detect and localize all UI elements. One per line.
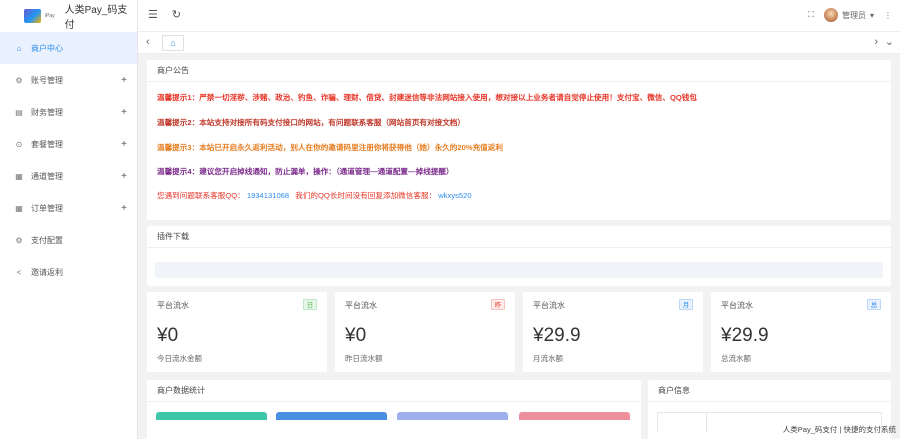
logo[interactable]: iPay 人类Pay_码支付 xyxy=(0,0,137,32)
menu-toggle-icon[interactable]: ☰ xyxy=(148,8,158,21)
stat-subtitle: 今日流水金额 xyxy=(157,354,202,363)
stats-panel-4 xyxy=(519,412,630,420)
tab-prev-icon[interactable]: ‹ xyxy=(146,36,150,48)
sidebar-item[interactable]: ⊙ 套餐管理 + xyxy=(0,128,137,160)
merchant-info-title: 商户信息 xyxy=(648,380,891,402)
sidebar-item[interactable]: < 邀请返利 xyxy=(0,256,137,288)
user-name: 管理员 xyxy=(841,10,866,20)
sidebar-item-label: 支付配置 xyxy=(31,235,63,245)
sidebar-item[interactable]: ⌂ 商户中心 xyxy=(0,32,137,64)
sidebar-item[interactable]: ⚙ 支付配置 xyxy=(0,224,137,256)
tab-next-icon[interactable]: › xyxy=(874,36,878,48)
stat-title: 平台流水 xyxy=(533,301,565,310)
notice-line-1: 温馨提示1：严禁一切淫秽、涉赌、政治、钓鱼、诈骗、理财、借贷、封建迷信等非法网站… xyxy=(157,93,697,102)
channel-icon: ▦ xyxy=(15,171,23,181)
order-icon: ▦ xyxy=(15,203,23,213)
merchant-stats-card: 商户数据统计 xyxy=(147,380,641,439)
plugin-title: 插件下载 xyxy=(147,226,891,248)
fullscreen-icon[interactable]: ⛶ xyxy=(808,10,814,20)
stat-card-month: 平台流水 月 ¥29.9 月流水额 xyxy=(523,292,703,372)
sidebar-item-label: 商户中心 xyxy=(31,43,63,53)
refresh-icon[interactable]: ↻ xyxy=(172,8,181,21)
sidebar-item-label: 通道管理 xyxy=(31,171,63,181)
more-icon[interactable]: ⋮ xyxy=(884,11,892,20)
stats-panel-1 xyxy=(156,412,267,420)
logo-small-text: iPay xyxy=(44,13,55,19)
contact-mid: 我们的QQ长时间没有回复添加微信客服： xyxy=(295,191,437,200)
stat-title: 平台流水 xyxy=(157,301,189,310)
sidebar-item[interactable]: ▤ 财务管理 + xyxy=(0,96,137,128)
stat-badge: 日 xyxy=(303,299,317,310)
sidebar-item[interactable]: ▦ 通道管理 + xyxy=(0,160,137,192)
stat-subtitle: 昨日流水额 xyxy=(345,354,383,363)
settings-icon: ⚙ xyxy=(15,235,23,245)
sidebar-item-label: 账号管理 xyxy=(31,75,63,85)
stat-badge: 月 xyxy=(679,299,693,310)
sidebar-item-label: 套餐管理 xyxy=(31,139,63,149)
sidebar-item[interactable]: ▦ 订单管理 + xyxy=(0,192,137,224)
sidebar-menu: ⌂ 商户中心 ⚙ 账号管理 + ▤ 财务管理 + ⊙ 套餐管理 + ▦ 通道管理 + ▦ 订单管理 + ⚙ 支付配置… xyxy=(0,32,137,288)
stat-card-total: 平台流水 总 ¥29.9 总流水额 xyxy=(711,292,891,372)
package-icon: ⊙ xyxy=(15,139,23,149)
finance-icon: ▤ xyxy=(15,107,23,117)
expand-icon[interactable]: + xyxy=(121,139,127,150)
notice-line-2: 温馨提示2：本站支持对接所有码支付接口的网站，有问题联系客服（网站首页有对接文档… xyxy=(157,118,465,127)
stat-value: ¥29.9 xyxy=(721,325,769,346)
sidebar-item-label: 财务管理 xyxy=(31,107,63,117)
sidebar-item[interactable]: ⚙ 账号管理 + xyxy=(0,64,137,96)
expand-icon[interactable]: + xyxy=(121,107,127,118)
avatar xyxy=(823,8,838,22)
stats-panel-2 xyxy=(276,412,387,420)
notice-title: 商户公告 xyxy=(147,60,891,82)
app-title: 人类Pay_码支付 xyxy=(64,5,128,31)
expand-icon[interactable]: + xyxy=(121,75,127,86)
tab-home[interactable]: ⌂ xyxy=(162,35,184,51)
notice-line-4: 温馨提示4：建议您开启掉线通知，防止漏单，操作：（通道管理—通道配置—掉线提醒） xyxy=(157,167,454,176)
chevron-down-icon: ▾ xyxy=(869,10,874,20)
contact-wechat: wkxys520 xyxy=(438,191,472,200)
stat-value: ¥0 xyxy=(157,325,179,346)
gear-icon: ⚙ xyxy=(15,75,23,85)
sidebar: iPay 人类Pay_码支付 ⌂ 商户中心 ⚙ 账号管理 + ▤ 财务管理 + ⊙ 套餐管理 + ▦ 通… xyxy=(0,0,138,439)
stat-value: ¥0 xyxy=(345,325,367,346)
merchant-stats-title: 商户数据统计 xyxy=(147,380,641,402)
contact-prefix: 您遇到问题联系客服QQ： xyxy=(157,191,245,200)
sidebar-item-label: 订单管理 xyxy=(31,203,63,213)
stat-title: 平台流水 xyxy=(345,301,377,310)
sidebar-item-label: 邀请返利 xyxy=(31,267,63,277)
share-icon: < xyxy=(16,267,22,277)
contact-info: 您遇到问题联系客服QQ： 1934131068 我们的QQ长时间没有回复添加微信… xyxy=(157,190,472,201)
user-menu[interactable]: 管理员 ▾ xyxy=(823,8,874,22)
expand-icon[interactable]: + xyxy=(121,203,127,214)
stat-title: 平台流水 xyxy=(721,301,753,310)
notice-card: 商户公告 温馨提示1：严禁一切淫秽、涉赌、政治、钓鱼、诈骗、理财、借贷、封建迷信… xyxy=(147,60,891,220)
expand-icon[interactable]: + xyxy=(121,171,127,182)
contact-qq: 1934131068 xyxy=(246,191,290,200)
stat-value: ¥29.9 xyxy=(533,325,581,346)
stat-card-yesterday: 平台流水 昨 ¥0 昨日流水额 xyxy=(335,292,515,372)
plugin-card: 插件下载 xyxy=(147,226,891,286)
top-header: ☰ ↻ ⛶ 管理员 ▾ ⋮ xyxy=(138,0,900,32)
logo-icon xyxy=(24,9,41,23)
tab-dropdown-icon[interactable]: ⌄ xyxy=(885,35,894,48)
stat-card-today: 平台流水 日 ¥0 今日流水金额 xyxy=(147,292,327,372)
home-icon: ⌂ xyxy=(170,38,176,48)
home-icon: ⌂ xyxy=(16,43,22,53)
stat-badge: 昨 xyxy=(491,299,505,310)
stat-subtitle: 月流水额 xyxy=(533,354,563,363)
notice-line-3: 温馨提示3：本站已开启永久返利活动，别人在你的邀请码里注册你将获得他（她）永久的… xyxy=(157,143,503,152)
stat-badge: 总 xyxy=(867,299,881,310)
plugin-download-area[interactable] xyxy=(155,262,883,278)
stats-panel-3 xyxy=(397,412,508,420)
stat-subtitle: 总流水额 xyxy=(721,354,751,363)
footer-text: 人类Pay_码支付 | 快捷的支付系统 xyxy=(782,425,896,434)
tab-bar: ‹ ⌂ › ⌄ xyxy=(138,32,900,54)
